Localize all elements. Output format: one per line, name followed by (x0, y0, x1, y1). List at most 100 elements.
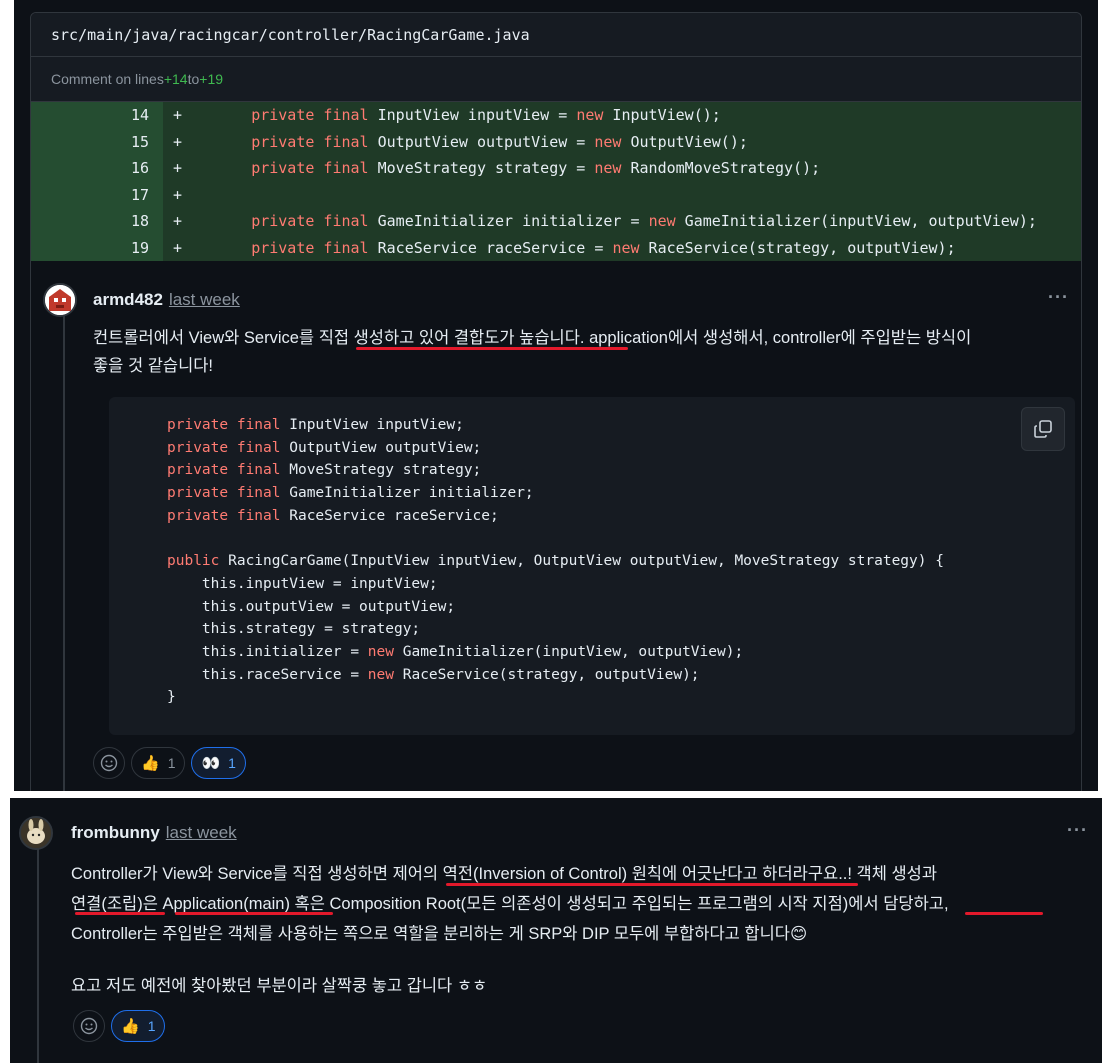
comment-on-label: Comment on lines (51, 71, 164, 87)
diff-sign: + (173, 159, 183, 178)
add-reaction-button[interactable] (93, 747, 125, 779)
code-keyword: new (367, 644, 394, 660)
code-line: this.raceService = new RaceService(strat… (167, 667, 700, 683)
diff-code: private final RaceService raceService = … (197, 239, 955, 257)
more-options-icon[interactable]: ··· (1067, 820, 1088, 841)
avatar[interactable] (43, 283, 77, 317)
comment-author-line: frombunny last week (71, 823, 237, 843)
diff-sign: + (173, 212, 183, 231)
add-reaction-button[interactable] (73, 1010, 105, 1042)
eyes-icon: 👀 (201, 755, 221, 772)
author-name[interactable]: frombunny (71, 823, 160, 842)
range-start: +14 (163, 71, 188, 87)
diff-line: 16 + private final MoveStrategy strategy … (31, 155, 1081, 182)
file-path[interactable]: src/main/java/racingcar/controller/Racin… (51, 26, 530, 44)
comment-text: 하고, (913, 895, 949, 913)
smiley-icon (80, 1017, 98, 1035)
reaction-eyes[interactable]: 👀 1 (191, 747, 246, 779)
code-text: MoveStrategy strategy; (280, 462, 482, 479)
code-text: InputView inputView = (368, 106, 577, 125)
range-end: +19 (199, 71, 224, 87)
diff-code: private final OutputView outputView = ne… (197, 133, 748, 151)
comment-text: 컨트롤러에서 View와 Service를 (93, 329, 319, 347)
copy-button[interactable] (1021, 407, 1065, 451)
comment-text-highlight: 에서 담당 (848, 895, 914, 913)
diff-sign: + (173, 238, 183, 257)
code-keyword: private final (251, 159, 369, 178)
comment-text-highlight: 제어의 역전(Inversion of Control) 원칙에 어긋난다고 (392, 865, 758, 883)
diff-sign: + (173, 106, 183, 125)
diff-line: 14 + private final InputView inputView = … (31, 102, 1081, 129)
code-keyword: public (167, 553, 220, 570)
timeline-line (63, 313, 65, 791)
line-number[interactable]: 19 (31, 234, 163, 261)
code-line: private final RaceService raceService; (167, 508, 499, 524)
author-name[interactable]: armd482 (93, 290, 163, 309)
line-number[interactable]: 17 (31, 181, 163, 208)
comment-text: . application에서 생성해서, controller에 주입받는 방… (579, 329, 972, 347)
code-text: RaceService(strategy, outputView); (394, 666, 700, 683)
reaction-count: 1 (228, 755, 236, 771)
reactions-bar-1: 👍 1 👀 1 (93, 747, 246, 779)
code-text: OutputView(); (621, 132, 748, 151)
diff-line: 19 + private final RaceService raceServic… (31, 234, 1081, 261)
comment-author-line: armd482 last week (93, 290, 240, 310)
code-line: private final OutputView outputView; (167, 440, 481, 456)
diff-file-box: src/main/java/racingcar/controller/Racin… (30, 12, 1082, 263)
avatar[interactable] (19, 816, 53, 850)
code-text: GameInitializer(inputView, outputView); (675, 212, 1037, 231)
comment-body-line: 요고 저도 예전에 찾아봤던 부분이라 살짝쿵 놓고 갑니다 ㅎㅎ (71, 977, 488, 995)
code-text: this.outputView = outputView; (201, 598, 456, 615)
code-text: InputView inputView; (280, 417, 464, 433)
code-text: this.strategy = strategy; (201, 621, 421, 638)
diff-line: 15 + private final OutputView outputView … (31, 128, 1081, 155)
second-comment-panel: frombunny last week ··· Controller가 View와… (10, 798, 1102, 1063)
code-text: GameInitializer(inputView, outputView); (394, 644, 744, 660)
comment-text: 혹은 Composition Root(모든 의존성이 생성되고 주입되는 프로… (289, 895, 849, 913)
code-text: this.initializer = (201, 644, 368, 660)
code-keyword: private final (167, 507, 281, 524)
code-keyword: private final (251, 132, 369, 151)
code-keyword: new (576, 106, 604, 125)
comment-lines-bar: Comment on lines +14 to +19 (31, 57, 1081, 102)
comment-body-line: Controller가 View와 Service를 직접 생성하면 제어의 역… (71, 860, 937, 884)
code-line: } (167, 689, 176, 705)
comment-text: 은 (142, 895, 163, 913)
code-line: this.strategy = strategy; (167, 621, 420, 637)
diff-lines: 14 + private final InputView inputView = … (31, 102, 1081, 261)
code-keyword: private final (167, 462, 281, 479)
diff-line: 18 + private final GameInitializer initia… (31, 208, 1081, 235)
code-line: public RacingCarGame(InputView inputView… (167, 553, 944, 569)
code-text: OutputView outputView = (368, 132, 595, 151)
diff-sign: + (173, 132, 183, 151)
red-underline (75, 912, 165, 915)
line-number[interactable]: 15 (31, 128, 163, 155)
line-number[interactable]: 14 (31, 102, 163, 129)
comment-time[interactable]: last week (166, 823, 237, 842)
reaction-thumbs-up[interactable]: 👍 1 (111, 1010, 166, 1042)
file-path-header[interactable]: src/main/java/racingcar/controller/Racin… (31, 13, 1081, 57)
code-line: private final MoveStrategy strategy; (167, 462, 481, 478)
code-keyword: private final (167, 439, 281, 456)
line-number[interactable]: 18 (31, 208, 163, 235)
code-text: InputView(); (603, 106, 721, 125)
code-line: this.inputView = inputView; (167, 576, 438, 592)
code-block: private final InputView inputView; privat… (109, 397, 1075, 735)
timeline-line (37, 838, 39, 1063)
reaction-thumbs-up[interactable]: 👍 1 (131, 747, 186, 779)
comment-time[interactable]: last week (169, 290, 240, 309)
diff-code: private final InputView inputView = new … (197, 106, 721, 124)
review-thread: armd482 last week ··· 컨트롤러에서 View와 Servic… (30, 263, 1082, 791)
code-line: this.outputView = outputView; (167, 599, 455, 615)
more-options-icon[interactable]: ··· (1048, 287, 1069, 308)
diff-line: 17 + (31, 181, 1081, 208)
line-number[interactable]: 16 (31, 155, 163, 182)
comment-text: 하더라구요..! 객체 생성과 (757, 865, 938, 883)
reaction-count: 1 (167, 755, 176, 771)
smiley-icon (100, 754, 118, 772)
frombunny-avatar-icon (21, 818, 51, 848)
reactions-bar-2: 👍 1 (73, 1010, 166, 1042)
code-text: GameInitializer initializer; (280, 485, 534, 502)
diff-code (197, 186, 251, 204)
